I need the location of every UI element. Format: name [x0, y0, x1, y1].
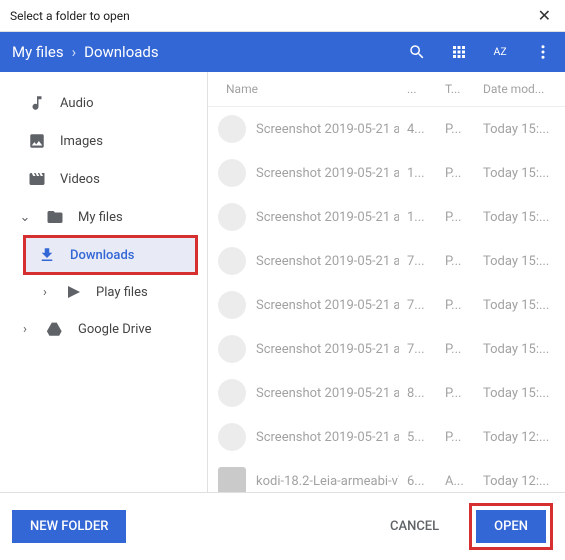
- file-size: 7...: [399, 290, 437, 321]
- file-name: Screenshot 2019-05-21 at 12.3...: [256, 430, 399, 445]
- file-thumb-icon: [218, 247, 246, 275]
- file-thumb-icon: [218, 423, 246, 451]
- file-type: A...: [437, 466, 475, 493]
- col-date[interactable]: Date mod...: [475, 72, 565, 106]
- file-thumb-icon: [218, 159, 246, 187]
- file-thumb-icon: [218, 115, 246, 143]
- file-name: kodi-18.2-Leia-armeabi-v7a.apk: [256, 474, 399, 489]
- breadcrumb: My files › Downloads: [12, 43, 407, 61]
- sidebar-item-downloads[interactable]: Downloads: [24, 236, 197, 274]
- file-name: Screenshot 2019-05-21 at 15.0...: [256, 386, 399, 401]
- sidebar-item-playfiles[interactable]: › Play files: [0, 274, 207, 310]
- file-size: 4...: [399, 114, 437, 145]
- svg-text:AZ: AZ: [494, 45, 507, 58]
- file-date: Today 15:...: [475, 290, 565, 321]
- file-date: Today 12:...: [475, 422, 565, 453]
- table-row[interactable]: Screenshot 2019-05-21 at 15.0...7...P...…: [208, 327, 565, 371]
- sidebar-label: Audio: [60, 96, 93, 111]
- file-name: Screenshot 2019-05-21 at 15.0...: [256, 342, 399, 357]
- table-row[interactable]: Screenshot 2019-05-21 at 15.2...4...P...…: [208, 107, 565, 151]
- chevron-right-icon: ›: [38, 285, 52, 300]
- column-headers: Name ... T... Date mod...: [208, 72, 565, 107]
- col-size[interactable]: ...: [399, 72, 437, 106]
- file-type: P...: [437, 290, 475, 321]
- file-type: P...: [437, 422, 475, 453]
- new-folder-button[interactable]: NEW FOLDER: [12, 510, 126, 543]
- sidebar-item-myfiles[interactable]: ⌄ My files: [0, 198, 207, 236]
- chevron-down-icon: ⌄: [18, 210, 32, 225]
- open-button-highlight: OPEN: [469, 503, 553, 550]
- sidebar-label: Google Drive: [78, 322, 151, 337]
- table-row[interactable]: Screenshot 2019-05-21 at 15.0...7...P...…: [208, 283, 565, 327]
- search-icon[interactable]: [407, 42, 427, 62]
- sidebar: Audio Images Videos ⌄ My files Downloads…: [0, 72, 208, 492]
- file-date: Today 15:...: [475, 114, 565, 145]
- table-row[interactable]: kodi-18.2-Leia-armeabi-v7a.apk6...A...To…: [208, 459, 565, 492]
- header-bar: My files › Downloads AZ: [0, 32, 565, 72]
- more-icon[interactable]: [533, 42, 553, 62]
- sidebar-label: My files: [78, 210, 123, 225]
- file-list: Name ... T... Date mod... Screenshot 201…: [208, 72, 565, 492]
- file-name: Screenshot 2019-05-21 at 15.1...: [256, 210, 399, 225]
- file-type: P...: [437, 378, 475, 409]
- sidebar-label: Downloads: [70, 248, 134, 263]
- file-type: P...: [437, 114, 475, 145]
- file-name: Screenshot 2019-05-21 at 15.1...: [256, 166, 399, 181]
- table-row[interactable]: Screenshot 2019-05-21 at 15.0...8...P...…: [208, 371, 565, 415]
- file-size: 6...: [399, 466, 437, 493]
- table-row[interactable]: Screenshot 2019-05-21 at 15.1...1...P...…: [208, 195, 565, 239]
- file-thumb-icon: [218, 467, 246, 492]
- file-date: Today 15:...: [475, 334, 565, 365]
- sidebar-item-audio[interactable]: Audio: [0, 84, 207, 122]
- file-size: 7...: [399, 334, 437, 365]
- file-date: Today 15:...: [475, 158, 565, 189]
- sidebar-item-videos[interactable]: Videos: [0, 160, 207, 198]
- main-area: Audio Images Videos ⌄ My files Downloads…: [0, 72, 565, 492]
- file-name: Screenshot 2019-05-21 at 15.0...: [256, 254, 399, 269]
- open-button[interactable]: OPEN: [476, 510, 546, 543]
- breadcrumb-root[interactable]: My files: [12, 43, 64, 61]
- file-thumb-icon: [218, 379, 246, 407]
- file-size: 8...: [399, 378, 437, 409]
- sidebar-label: Play files: [96, 285, 148, 300]
- col-name[interactable]: Name: [208, 72, 399, 106]
- file-date: Today 15:...: [475, 378, 565, 409]
- file-name: Screenshot 2019-05-21 at 15.0...: [256, 298, 399, 313]
- file-type: P...: [437, 158, 475, 189]
- chevron-right-icon: ›: [72, 43, 77, 61]
- file-thumb-icon: [218, 335, 246, 363]
- sidebar-label: Videos: [60, 172, 100, 187]
- grid-view-icon[interactable]: [449, 42, 469, 62]
- file-date: Today 12:...: [475, 466, 565, 493]
- file-date: Today 15:...: [475, 246, 565, 277]
- sort-icon[interactable]: AZ: [491, 42, 511, 62]
- file-type: P...: [437, 334, 475, 365]
- sidebar-label: Images: [60, 134, 103, 149]
- dialog-title: Select a folder to open: [10, 9, 130, 23]
- file-size: 1...: [399, 158, 437, 189]
- close-icon[interactable]: ✕: [534, 6, 555, 25]
- cancel-button[interactable]: CANCEL: [372, 510, 457, 543]
- file-size: 5...: [399, 422, 437, 453]
- file-thumb-icon: [218, 291, 246, 319]
- sidebar-item-images[interactable]: Images: [0, 122, 207, 160]
- file-name: Screenshot 2019-05-21 at 15.2...: [256, 122, 399, 137]
- file-type: P...: [437, 202, 475, 233]
- chevron-right-icon: ›: [18, 322, 32, 337]
- file-size: 7...: [399, 246, 437, 277]
- breadcrumb-current[interactable]: Downloads: [84, 43, 159, 61]
- footer: NEW FOLDER CANCEL OPEN: [0, 492, 565, 560]
- file-thumb-icon: [218, 203, 246, 231]
- file-size: 1...: [399, 202, 437, 233]
- col-type[interactable]: T...: [437, 72, 475, 106]
- table-row[interactable]: Screenshot 2019-05-21 at 15.0...7...P...…: [208, 239, 565, 283]
- sidebar-item-gdrive[interactable]: › Google Drive: [0, 310, 207, 348]
- file-type: P...: [437, 246, 475, 277]
- table-row[interactable]: Screenshot 2019-05-21 at 12.3...5...P...…: [208, 415, 565, 459]
- titlebar: Select a folder to open ✕: [0, 0, 565, 32]
- table-row[interactable]: Screenshot 2019-05-21 at 15.1...1...P...…: [208, 151, 565, 195]
- file-date: Today 15:...: [475, 202, 565, 233]
